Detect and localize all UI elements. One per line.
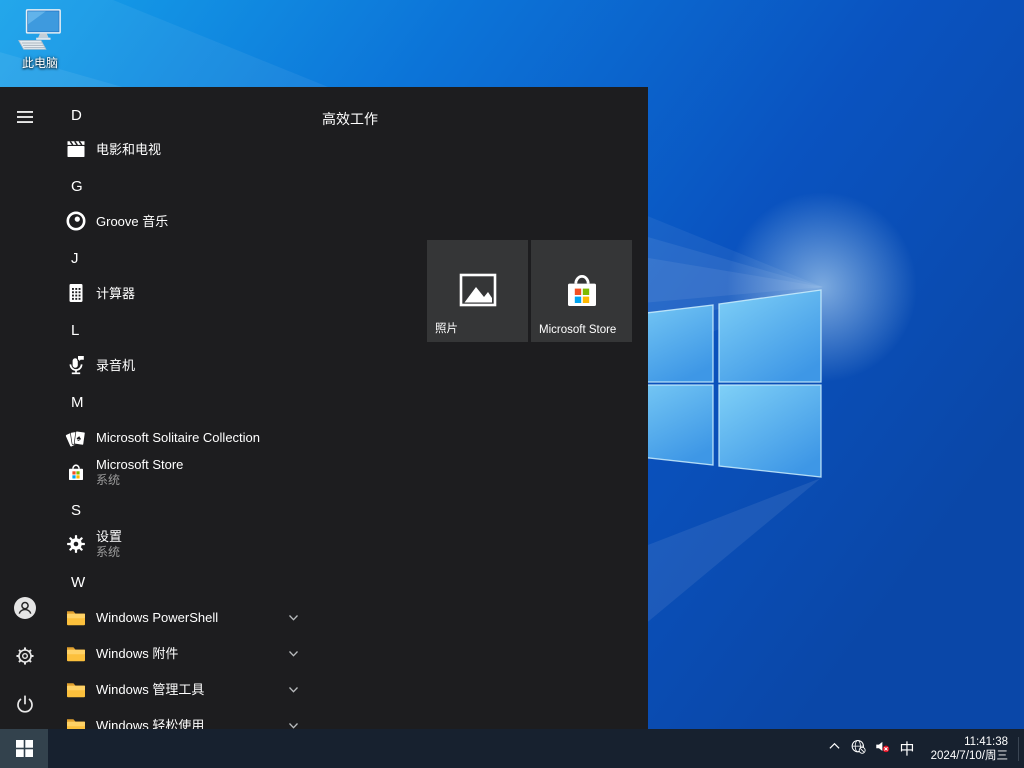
store-bag-icon: [64, 460, 88, 484]
taskbar-clock[interactable]: 11:41:38 2024/7/10/周三: [920, 735, 1016, 763]
folder-item[interactable]: Windows 附件: [48, 635, 316, 671]
chevron-down-icon[interactable]: [286, 718, 301, 729]
start-menu-app-list: D 电影和电视GGroove 音乐J 计算器L 录音机M ♠Microsoft …: [48, 87, 320, 729]
tile-label: 照片: [435, 320, 458, 336]
system-tray: 中 11:41:38 2024/7/10/周三: [822, 729, 1024, 768]
app-label: Windows 附件: [96, 646, 178, 661]
windows-logo-icon: [16, 740, 33, 757]
power-icon: [13, 692, 37, 716]
app-item[interactable]: 电影和电视: [48, 131, 316, 167]
folder-icon: [64, 677, 88, 701]
gear-outline-icon: [13, 644, 37, 668]
app-label: 录音机: [96, 358, 135, 373]
screen: 此电脑 D 电影和电视GGroove 音乐J 计算器L 录音机M ♠Micros…: [0, 0, 1024, 768]
chevron-down-icon[interactable]: [286, 646, 301, 661]
rail-power-button[interactable]: [13, 692, 37, 716]
this-pc-label: 此电脑: [8, 54, 72, 71]
chevron-up-icon: [826, 738, 843, 760]
folder-item[interactable]: Windows 轻松使用: [48, 707, 316, 729]
rail-settings-button[interactable]: [13, 644, 37, 668]
start-menu-tile-area: 高效工作 照片 Microsoft Store: [320, 87, 648, 729]
chevron-down-icon[interactable]: [286, 682, 301, 697]
app-item[interactable]: Microsoft Store系统: [48, 451, 316, 493]
section-letter-d[interactable]: D: [71, 104, 291, 128]
tray-volume-muted-button[interactable]: [870, 729, 894, 768]
clock-time: 11:41:38: [920, 735, 1008, 749]
clock-date: 2024/7/10/周三: [920, 749, 1008, 763]
start-button[interactable]: [0, 729, 48, 768]
hamburger-icon: [13, 105, 37, 129]
section-letter-l[interactable]: L: [71, 319, 291, 343]
app-item[interactable]: 录音机: [48, 347, 316, 383]
section-letter-j[interactable]: J: [71, 247, 291, 271]
tray-hidden-icons-button[interactable]: [822, 729, 846, 768]
tray-network-no-internet-button[interactable]: [846, 729, 870, 768]
rail-user-button[interactable]: [13, 596, 37, 620]
folder-item[interactable]: Windows 管理工具: [48, 671, 316, 707]
volume-mute-icon: [874, 738, 891, 760]
app-label: Windows PowerShell: [96, 610, 218, 625]
start-menu-rail: [0, 87, 48, 729]
ime-indicator[interactable]: 中: [894, 729, 920, 768]
app-label: Groove 音乐: [96, 214, 168, 229]
app-sublabel: 系统: [96, 545, 122, 559]
app-label: Windows 管理工具: [96, 682, 204, 697]
app-label: 设置: [96, 529, 122, 544]
section-letter-w[interactable]: W: [71, 571, 291, 595]
app-label: Microsoft Store: [96, 457, 183, 472]
groove-music-icon: [64, 209, 88, 233]
app-item[interactable]: ♠ Microsoft Solitaire Collection: [48, 419, 316, 455]
show-desktop-button[interactable]: [1019, 729, 1024, 768]
app-label: Microsoft Solitaire Collection: [96, 430, 260, 445]
tile-microsoft-store[interactable]: Microsoft Store: [531, 240, 632, 342]
store-tile-icon: [558, 266, 606, 314]
calculator-icon: [64, 281, 88, 305]
photos-icon: [454, 266, 502, 314]
tile-photos[interactable]: 照片: [427, 240, 528, 342]
section-letter-m[interactable]: M: [71, 391, 291, 415]
computer-icon: [17, 8, 63, 52]
globe-no-internet-icon: [850, 738, 867, 760]
section-letter-g[interactable]: G: [71, 175, 291, 199]
folder-icon: [64, 641, 88, 665]
app-sublabel: 系统: [96, 473, 183, 487]
rail-menu-button[interactable]: [13, 105, 37, 129]
app-item[interactable]: Groove 音乐: [48, 203, 316, 239]
start-menu: D 电影和电视GGroove 音乐J 计算器L 录音机M ♠Microsoft …: [0, 87, 648, 729]
movies-tv-icon: [64, 137, 88, 161]
app-item[interactable]: 计算器: [48, 275, 316, 311]
folder-icon: [64, 713, 88, 729]
folder-item[interactable]: Windows PowerShell: [48, 599, 316, 635]
app-label: 计算器: [96, 286, 135, 301]
chevron-down-icon[interactable]: [286, 610, 301, 625]
tile-label: Microsoft Store: [539, 324, 616, 336]
user-icon: [13, 596, 37, 620]
voice-recorder-icon: [64, 353, 88, 377]
section-letter-s[interactable]: S: [71, 499, 291, 523]
this-pc-desktop-icon[interactable]: 此电脑: [8, 8, 72, 71]
app-label: Windows 轻松使用: [96, 718, 204, 730]
folder-icon: [64, 605, 88, 629]
taskbar: 中 11:41:38 2024/7/10/周三: [0, 729, 1024, 768]
settings-gear-icon: [64, 532, 88, 556]
solitaire-icon: ♠: [64, 425, 88, 449]
app-item[interactable]: 设置系统: [48, 523, 316, 565]
tile-group-title: 高效工作: [322, 109, 378, 129]
app-label: 电影和电视: [96, 142, 161, 157]
